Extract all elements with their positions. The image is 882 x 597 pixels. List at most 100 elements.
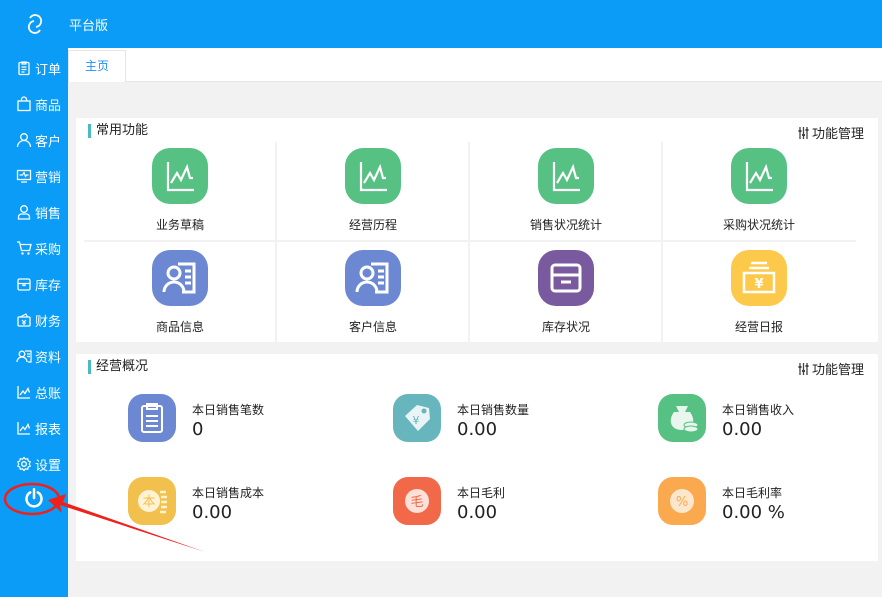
- sidebar-item-3[interactable]: 营销: [16, 166, 61, 186]
- stat-value: 0.00: [457, 502, 498, 523]
- sidebar-item-8[interactable]: 资料: [16, 346, 61, 366]
- tab-bar: 主页: [68, 48, 882, 82]
- sidebar-item-label: 订单: [35, 62, 62, 78]
- sidebar-item-4[interactable]: 销售: [16, 202, 61, 222]
- svg-text:毛: 毛: [410, 495, 423, 510]
- manage-functions-button[interactable]: 功能管理: [798, 123, 864, 142]
- card-icon: [345, 250, 401, 306]
- function-shortcut[interactable]: 经营历程: [277, 148, 469, 248]
- cart-icon: [17, 241, 32, 255]
- function-shortcut[interactable]: 库存状况: [470, 250, 662, 350]
- chart-icon: [731, 148, 787, 204]
- svg-text:本: 本: [142, 495, 155, 510]
- profit-coin-icon: 毛: [393, 477, 441, 525]
- chart-icon: [17, 386, 31, 399]
- stat-4: 毛 本日毛利 0.00: [393, 477, 505, 525]
- section-title: 经营概况: [88, 360, 148, 374]
- stat-value: 0.00: [722, 419, 763, 440]
- sidebar-item-label: 库存: [35, 278, 62, 294]
- function-label: 客户信息: [348, 320, 397, 334]
- stat-value: 0.00 %: [722, 502, 785, 523]
- function-shortcut[interactable]: 销售状况统计: [470, 148, 662, 248]
- svg-text:¥: ¥: [413, 414, 420, 427]
- stat-value: 0.00: [457, 419, 498, 440]
- money-bag-icon: [658, 394, 706, 442]
- sidebar-item-6[interactable]: 库存: [16, 274, 61, 294]
- card-icon: [152, 250, 208, 306]
- function-label: 商品信息: [155, 320, 204, 334]
- tab-home[interactable]: 主页: [68, 50, 126, 82]
- wallet-icon: [17, 313, 31, 327]
- sidebar-item-label: 采购: [35, 242, 62, 258]
- stat-value: 0: [192, 419, 204, 440]
- sidebar-item-label: 资料: [35, 350, 62, 366]
- stat-label: 本日销售收入: [722, 403, 795, 417]
- sidebar-item-label: 客户: [35, 134, 62, 150]
- sidebar-item-label: 销售: [35, 206, 62, 222]
- chart-icon: [538, 148, 594, 204]
- sidebar-item-2[interactable]: 客户: [16, 130, 61, 150]
- clipboard-icon: [18, 61, 30, 76]
- sidebar-item-label: 总账: [35, 386, 62, 402]
- sidebar-item-1[interactable]: 商品: [16, 94, 61, 114]
- function-label: 业务草稿: [155, 218, 204, 232]
- stat-0: 本日销售笔数 0: [128, 394, 264, 442]
- function-shortcut[interactable]: 采购状况统计: [663, 148, 855, 248]
- divider: [84, 240, 856, 242]
- manage-label: 功能管理: [811, 127, 864, 142]
- clipboard-icon: [128, 394, 176, 442]
- function-label: 销售状况统计: [529, 218, 602, 232]
- sidebar-item-label: 财务: [35, 314, 62, 330]
- function-label: 库存状况: [541, 320, 590, 334]
- gear-icon: [17, 456, 31, 472]
- sidebar-item-label: 报表: [35, 422, 62, 438]
- function-shortcut[interactable]: 业务草稿: [84, 148, 276, 248]
- function-shortcut[interactable]: 商品信息: [84, 250, 276, 350]
- business-overview-panel: 经营概况 功能管理 本日销售笔数 0 ¥ 本日销售数量 0.00 本日销售收入 0.00 本 本…: [76, 354, 878, 561]
- sidebar-item-label: 设置: [35, 458, 62, 474]
- divider: [661, 142, 663, 342]
- sidebar-item-5[interactable]: 采购: [16, 238, 61, 258]
- stat-label: 本日销售数量: [457, 403, 530, 417]
- sidebar-item-label: 商品: [35, 98, 62, 114]
- sidebar-item-11[interactable]: 设置: [16, 454, 61, 474]
- chart-icon: [152, 148, 208, 204]
- person-icon: [17, 205, 31, 220]
- stat-label: 本日毛利: [457, 486, 506, 500]
- stat-2: 本日销售收入 0.00: [658, 394, 794, 442]
- bag-icon: [17, 96, 31, 112]
- function-shortcut[interactable]: 客户信息: [277, 250, 469, 350]
- power-icon: [25, 488, 43, 508]
- sliders-icon: [798, 126, 809, 139]
- logout-button[interactable]: [24, 488, 47, 508]
- function-label: 经营日报: [734, 320, 783, 334]
- function-shortcut[interactable]: ¥ 经营日报: [663, 250, 855, 350]
- chart-icon: [17, 422, 31, 435]
- money-icon: ¥: [731, 250, 787, 306]
- percent-coin-icon: %: [658, 477, 706, 525]
- manage-functions-button[interactable]: 功能管理: [798, 359, 864, 378]
- sidebar-item-7[interactable]: 财务: [16, 310, 61, 330]
- divider: [468, 142, 470, 342]
- svg-text:%: %: [676, 495, 688, 510]
- price-tag-icon: ¥: [393, 394, 441, 442]
- box-icon: [538, 250, 594, 306]
- svg-text:¥: ¥: [754, 277, 763, 292]
- stat-label: 本日销售成本: [192, 486, 265, 500]
- contact-icon: [16, 350, 32, 363]
- brand-title: 平台版: [69, 19, 109, 34]
- sidebar-item-0[interactable]: 订单: [16, 58, 61, 78]
- stat-3: 本 本日销售成本 0.00: [128, 477, 264, 525]
- box-icon: [17, 278, 31, 291]
- divider: [275, 142, 277, 342]
- sidebar-item-9[interactable]: 总账: [16, 382, 61, 402]
- function-label: 采购状况统计: [722, 218, 795, 232]
- monitor-icon: [16, 169, 32, 183]
- sidebar-item-10[interactable]: 报表: [16, 418, 61, 438]
- chart-icon: [345, 148, 401, 204]
- sliders-icon: [798, 362, 809, 375]
- section-title: 常用功能: [88, 124, 148, 138]
- top-bar: 平台版: [0, 0, 882, 48]
- cloud-logo-icon: [27, 14, 43, 34]
- stat-5: % 本日毛利率 0.00 %: [658, 477, 785, 525]
